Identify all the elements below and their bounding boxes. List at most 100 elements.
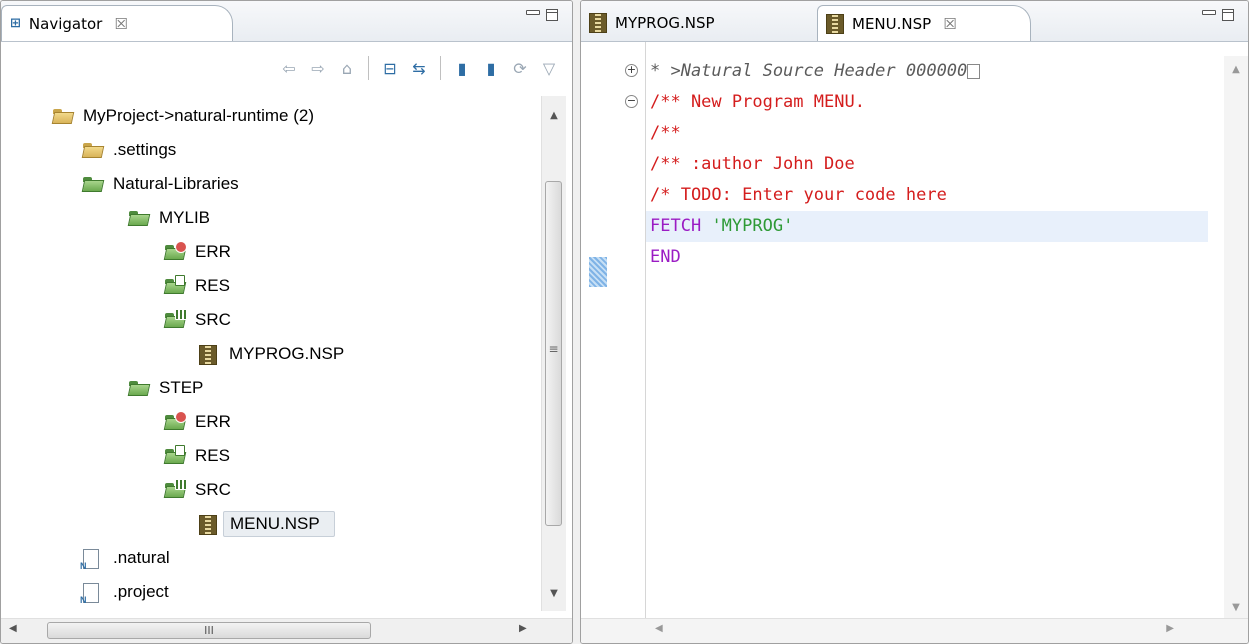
collapse-all-icon: ⊟ — [383, 58, 397, 78]
forward-button[interactable]: ⇨ — [307, 57, 329, 79]
collapse-all-button[interactable]: ⊟ — [379, 57, 401, 79]
tree-item[interactable]: SRC — [165, 305, 231, 335]
tree-item-label: .natural — [113, 548, 170, 567]
tab-menu[interactable]: MENU.NSP ☒ — [817, 5, 1031, 41]
code-area[interactable]: * >Natural Source Header 000000 /** New … — [646, 56, 1208, 273]
new-source-button[interactable]: ▮ — [451, 57, 473, 79]
sync-button[interactable]: ⟳ — [509, 57, 531, 79]
code-comment: /** — [650, 123, 681, 143]
src-folder-icon — [165, 479, 188, 499]
editor-tabbar: MYPROG.NSP MENU.NSP ☒ — [581, 1, 1248, 42]
scroll-down-icon[interactable]: ▼ — [1224, 602, 1248, 613]
scroll-left-icon[interactable]: ◀ — [9, 623, 17, 634]
editor-gutter[interactable]: + − — [581, 42, 646, 619]
src-folder-icon — [165, 309, 188, 329]
scroll-grip: III — [204, 624, 214, 637]
tab-navigator[interactable]: ⊞ Navigator ☒ — [1, 5, 233, 41]
vertical-scroll-thumb[interactable]: ≡ — [545, 181, 562, 526]
tree-item[interactable]: MYPROG.NSP — [199, 339, 344, 369]
navigator-vertical-scrollbar[interactable]: ▲ ≡ ▼ — [541, 96, 566, 611]
tree-item-label: ERR — [195, 412, 231, 431]
code-line[interactable]: /** New Program MENU. — [646, 87, 1208, 118]
library-folder-icon — [83, 175, 105, 193]
tree-item[interactable]: MyProject->natural-runtime (2) — [53, 101, 314, 131]
navigator-tabbar: ⊞ Navigator ☒ — [1, 1, 572, 42]
new-source-icon: ▮ — [457, 58, 467, 78]
code-line[interactable]: /** :author John Doe — [646, 149, 1208, 180]
code-keyword: FETCH — [650, 216, 702, 236]
collapse-fold-icon[interactable]: − — [625, 95, 638, 108]
code-line[interactable]: /** — [646, 118, 1208, 149]
toolbar-separator — [440, 56, 441, 80]
folded-ellipsis-icon[interactable] — [967, 63, 981, 79]
link-with-editor-icon: ⇆ — [412, 58, 426, 78]
tree-item[interactable]: Natural-Libraries — [83, 169, 239, 199]
tree-item[interactable]: STEP — [129, 373, 203, 403]
code-string: 'MYPROG' — [711, 216, 794, 236]
tab-menu-label: MENU.NSP — [852, 14, 932, 33]
tree-item-label: SRC — [195, 480, 231, 499]
current-code-line[interactable]: FETCH 'MYPROG' — [646, 211, 1208, 242]
view-menu-button[interactable]: ▽ — [538, 57, 560, 79]
maximize-icon[interactable] — [1222, 9, 1234, 21]
scroll-right-icon[interactable]: ▶ — [519, 623, 527, 634]
home-icon: ⌂ — [341, 58, 353, 78]
err-folder-icon — [165, 241, 187, 261]
navigator-window-controls — [526, 9, 558, 21]
scroll-right-icon[interactable]: ▶ — [1166, 623, 1174, 634]
tree-item-label: STEP — [159, 378, 204, 397]
tree-item-label: RES — [195, 446, 230, 465]
tree-item[interactable]: ERR — [165, 237, 231, 267]
back-button[interactable]: ⇦ — [278, 57, 300, 79]
tree-item-label: .project — [113, 582, 169, 601]
sync-icon: ⟳ — [513, 58, 527, 78]
link-with-editor-button[interactable]: ⇆ — [408, 57, 430, 79]
tree-item[interactable]: MENU.NSP — [199, 509, 335, 539]
scroll-up-icon[interactable]: ▲ — [542, 110, 566, 126]
minimize-icon[interactable] — [1202, 9, 1216, 19]
tree-item[interactable]: .natural — [80, 543, 170, 573]
new-library-icon: ▮ — [486, 58, 496, 78]
expand-fold-icon[interactable]: + — [625, 64, 638, 77]
code-comment: /** :author John Doe — [650, 154, 855, 174]
code-line[interactable]: END — [646, 242, 1208, 273]
scroll-up-icon[interactable]: ▲ — [1224, 64, 1248, 75]
tree-item[interactable]: SRC — [165, 475, 231, 505]
code-comment: * >Natural Source Header 000000 — [650, 61, 968, 81]
code-line[interactable]: /* TODO: Enter your code here — [646, 180, 1208, 211]
nsp-file-icon — [826, 13, 844, 34]
code-line[interactable]: * >Natural Source Header 000000 — [646, 56, 1208, 87]
scroll-left-icon[interactable]: ◀ — [655, 623, 663, 634]
tree-item-label: MENU.NSP — [223, 511, 335, 537]
editor-horizontal-scrollbar[interactable]: ◀ ▶ — [581, 618, 1248, 643]
library-folder-icon — [129, 209, 151, 227]
tab-navigator-label: Navigator — [28, 14, 103, 33]
tree-item[interactable]: RES — [165, 271, 230, 301]
tree-item[interactable]: .settings — [83, 135, 176, 165]
tree-item[interactable]: RES — [165, 441, 230, 471]
tab-myprog-label: MYPROG.NSP — [615, 14, 715, 32]
home-button[interactable]: ⌂ — [336, 57, 358, 79]
code-comment: /** New Program MENU. — [650, 92, 865, 112]
toolbar-separator — [368, 56, 369, 80]
scroll-grip: ≡ — [548, 342, 559, 356]
maximize-icon[interactable] — [546, 9, 558, 21]
tree-item[interactable]: ERR — [165, 407, 231, 437]
horizontal-scroll-thumb[interactable]: III — [47, 622, 371, 639]
tree-item[interactable]: .project — [80, 577, 169, 607]
minimize-icon[interactable] — [526, 9, 540, 19]
current-line-marker — [589, 257, 607, 287]
navigator-icon: ⊞ — [10, 16, 21, 31]
tree-item-label: MYLIB — [159, 208, 211, 227]
natural-file-icon — [80, 549, 105, 571]
tab-myprog[interactable]: MYPROG.NSP — [581, 5, 807, 41]
editor-window-controls — [1202, 9, 1234, 21]
scroll-down-icon[interactable]: ▼ — [542, 588, 566, 604]
close-icon[interactable]: ☒ — [114, 15, 127, 33]
tree-item[interactable]: MYLIB — [129, 203, 210, 233]
close-icon[interactable]: ☒ — [943, 15, 956, 33]
tree-item-label: Natural-Libraries — [113, 174, 239, 193]
new-library-button[interactable]: ▮ — [480, 57, 502, 79]
editor-vertical-scrollbar[interactable]: ▲ ▼ — [1224, 56, 1248, 619]
navigator-horizontal-scrollbar[interactable]: ◀ III ▶ — [1, 618, 572, 643]
